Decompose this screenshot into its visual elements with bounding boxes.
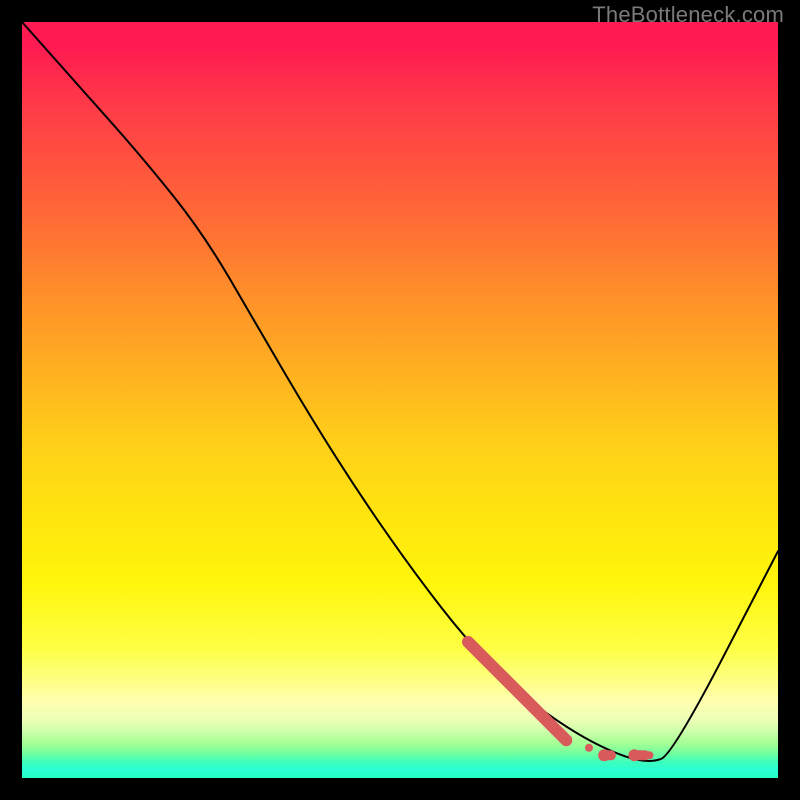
- highlight-dots: [468, 642, 654, 761]
- chart-frame: TheBottleneck.com: [0, 0, 800, 800]
- plot-area: [22, 22, 778, 778]
- curve-line: [22, 22, 778, 761]
- chart-svg: [22, 22, 778, 778]
